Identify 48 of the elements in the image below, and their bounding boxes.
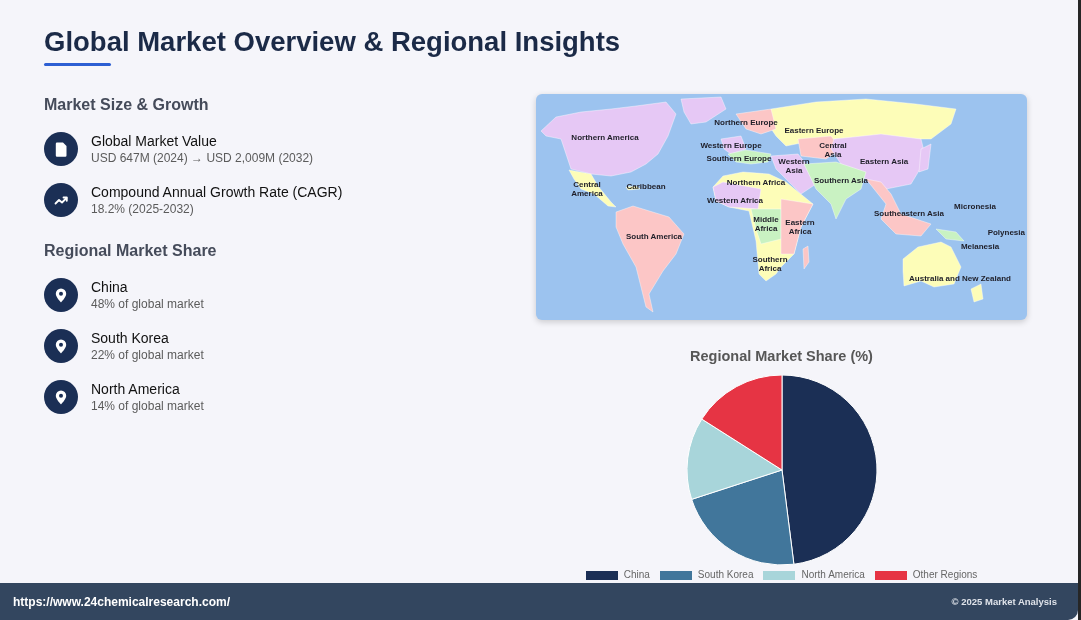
map-region-label: Western Europe (700, 141, 762, 150)
legend-label: China (623, 569, 650, 581)
map-region-label: Eastern Europe (784, 126, 844, 135)
item-detail: 18.2% (2025-2032) (91, 201, 194, 217)
map-region-label: Melanesia (960, 242, 1000, 251)
map-region-label: Central Asia (819, 141, 847, 159)
map-region-label: Middle Africa (753, 215, 779, 233)
item-detail: USD 647M (2024) → USD 2,009M (2032) (91, 150, 314, 166)
map-region-label: Western Asia (778, 157, 810, 175)
map-region-label: Polynesia (987, 228, 1025, 237)
item-title: North America (91, 380, 180, 398)
map-region-label: Northern Africa (726, 178, 786, 187)
item-title: South Korea (91, 329, 169, 347)
document-icon (44, 132, 78, 166)
map-region-label: Eastern Asia (859, 157, 909, 166)
location-pin-icon (44, 380, 78, 414)
map-region-label: Central America (571, 180, 603, 198)
item-detail: 14% of global market (91, 398, 204, 414)
item-title: Compound Annual Growth Rate (CAGR) (91, 183, 343, 201)
map-region-label: Southeastern Asia (874, 209, 944, 218)
legend-label: North America (801, 569, 865, 581)
map-region-label: Western Africa (707, 196, 763, 205)
item-title: Global Market Value (91, 132, 217, 150)
map-region-label: Southern Africa (752, 255, 788, 273)
legend-label: Other Regions (912, 569, 978, 581)
section-heading: Regional Market Share (44, 241, 217, 261)
map-region-label: Southern Asia (814, 176, 868, 185)
map-region-label: Northern Europe (714, 118, 778, 127)
map-region-label: Southern Europe (706, 154, 772, 163)
page-title: Global Market Overview & Regional Insights (44, 26, 621, 58)
trending-up-icon (44, 183, 78, 217)
location-pin-icon (44, 278, 78, 312)
map-region-label: South America (625, 232, 683, 241)
map-region-label: Australia and New Zealand (909, 274, 1011, 283)
copyright-text: © 2025 Market Analysis (951, 596, 1057, 607)
item-detail: 48% of global market (91, 296, 204, 312)
item-detail: 22% of global market (91, 347, 204, 363)
item-title: China (91, 278, 128, 296)
section-heading: Market Size & Growth (44, 95, 209, 115)
map-region-label: Eastern Africa (785, 218, 815, 236)
map-region-label: Micronesia (954, 202, 996, 211)
website-url: https://www.24chemicalresearch.com/ (13, 594, 230, 609)
chart-title: Regional Market Share (%) (690, 347, 873, 366)
legend-label: South Korea (697, 569, 754, 581)
map-region-label: Caribbean (626, 182, 666, 191)
title-accent-bar (44, 63, 111, 66)
map-region-label: Northern America (571, 133, 639, 142)
location-pin-icon (44, 329, 78, 363)
